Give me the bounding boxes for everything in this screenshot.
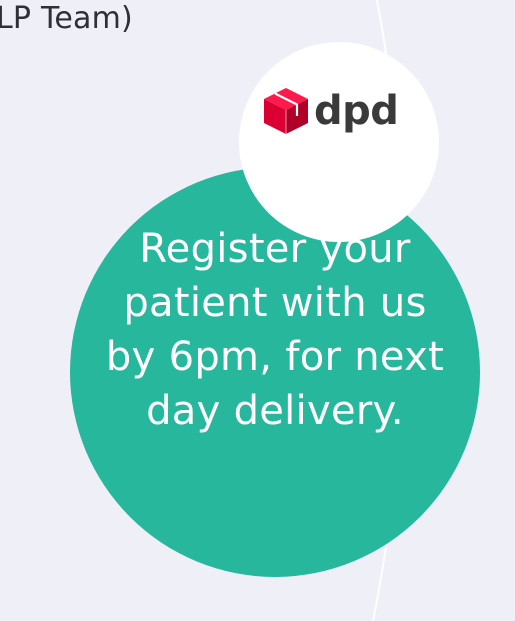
delivery-message: Register your patient with us by 6pm, fo… (85, 222, 465, 438)
message-line: day delivery. (146, 388, 404, 434)
dpd-logo: dpd (260, 81, 430, 141)
message-line: Register your (139, 226, 411, 272)
dpd-parcel-cube-icon (264, 88, 308, 134)
message-line: patient with us (123, 280, 427, 326)
message-line: by 6pm, for next (105, 334, 445, 380)
logo-wordmark: dpd (314, 88, 399, 134)
logo-badge (239, 42, 439, 242)
cropped-heading-text: LP Team) (0, 1, 133, 36)
infographic-panel: LP Team) Register your patient with us b… (0, 0, 515, 621)
